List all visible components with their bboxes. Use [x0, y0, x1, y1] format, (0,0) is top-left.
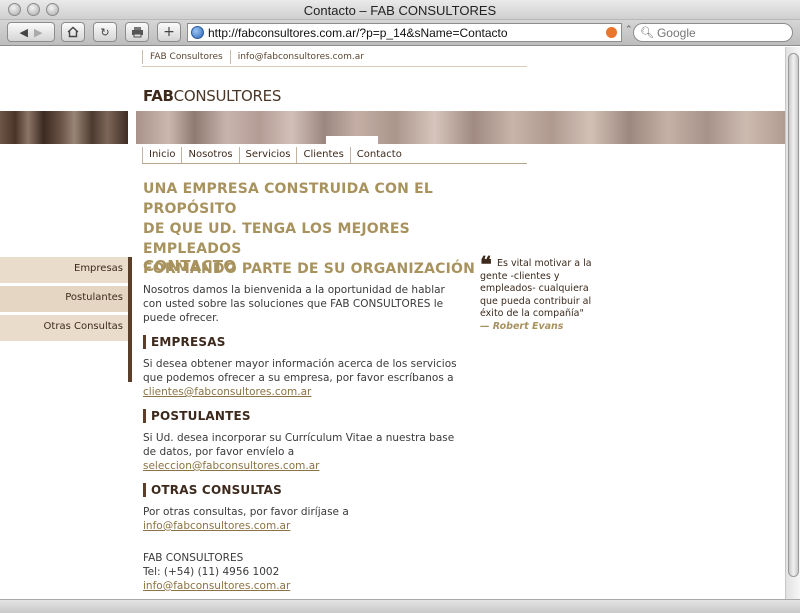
- nav-item-servicios[interactable]: Servicios: [238, 147, 297, 163]
- quote-line: Es vital motivar a la: [497, 258, 592, 269]
- browser-toolbar: ◀ ▶ ↻ + http://fabconsultores.com.ar/?p=…: [0, 20, 800, 46]
- top-links: FAB Consultores info@fabconsultores.com.…: [142, 50, 527, 67]
- snapback-icon[interactable]: [606, 27, 617, 38]
- site-logo[interactable]: FABCONSULTORES: [143, 87, 281, 105]
- home-icon: [67, 26, 79, 38]
- quote-line: gente -clientes y: [480, 270, 560, 282]
- back-forward-buttons[interactable]: ◀ ▶: [7, 22, 55, 42]
- toplink-email[interactable]: info@fabconsultores.com.ar: [229, 50, 371, 64]
- section-body: Si desea obtener mayor información acerc…: [143, 358, 457, 384]
- window-title: Contacto – FAB CONSULTORES: [303, 3, 497, 18]
- logo-rest: CONSULTORES: [173, 87, 282, 105]
- search-icon[interactable]: 🔍︎: [640, 26, 654, 39]
- window-titlebar: Contacto – FAB CONSULTORES: [0, 0, 800, 20]
- divider: [142, 66, 527, 67]
- print-button[interactable]: [125, 22, 149, 42]
- toplink-home[interactable]: FAB Consultores: [142, 50, 230, 64]
- nav-item-inicio[interactable]: Inicio: [142, 147, 181, 163]
- intro-text: Nosotros damos la bienvenida a la oportu…: [143, 284, 445, 324]
- section-body: Si Ud. desea incorporar su Currículum Vi…: [143, 432, 455, 458]
- nav-item-nosotros[interactable]: Nosotros: [181, 147, 238, 163]
- forward-arrow-icon[interactable]: ▶: [34, 26, 42, 39]
- contact-footer: FAB CONSULTORES Tel: (+54) (11) 4956 100…: [143, 551, 463, 593]
- main-content: CONTACTO Nosotros damos la bienvenida a …: [143, 257, 463, 593]
- search-box[interactable]: 🔍︎: [633, 23, 793, 42]
- sidebar: Empresas Postulantes Otras Consultas: [0, 257, 132, 382]
- web-page: FAB Consultores info@fabconsultores.com.…: [0, 47, 785, 599]
- sidebar-item-postulantes[interactable]: Postulantes: [0, 286, 132, 312]
- email-link-info[interactable]: info@fabconsultores.com.ar: [143, 520, 290, 532]
- section-heading-otras-consultas: OTRAS CONSULTAS: [143, 483, 463, 497]
- main-nav: Inicio Nosotros Servicios Clientes Conta…: [142, 147, 408, 163]
- scrollbar-thumb[interactable]: [788, 53, 799, 577]
- search-input[interactable]: [656, 25, 792, 40]
- header-photo-strip-left: [0, 111, 128, 144]
- site-globe-icon: [191, 26, 204, 39]
- sidebar-item-otras-consultas[interactable]: Otras Consultas: [0, 315, 132, 341]
- nav-underline: [142, 163, 527, 164]
- testimonial-quote: ❝ Es vital motivar a la gente -clientes …: [480, 252, 595, 333]
- reload-button[interactable]: ↻: [93, 22, 117, 42]
- address-bar[interactable]: http://fabconsultores.com.ar/?p=p_14&sNa…: [187, 23, 622, 42]
- add-bookmark-button[interactable]: +: [157, 22, 181, 42]
- back-arrow-icon[interactable]: ◀: [20, 26, 28, 39]
- header-photo-strip: [136, 111, 785, 144]
- tagline-line: DE QUE UD. TENGA LOS MEJORES EMPLEADOS: [143, 221, 410, 257]
- logo-bold: FAB: [143, 87, 174, 105]
- vertical-scrollbar[interactable]: [785, 47, 800, 599]
- nav-item-clientes[interactable]: Clientes: [296, 147, 349, 163]
- section-heading-postulantes: POSTULANTES: [143, 409, 463, 423]
- active-tab-notch: [326, 136, 378, 144]
- sidebar-accent-bar: [128, 257, 132, 382]
- url-text[interactable]: http://fabconsultores.com.ar/?p=p_14&sNa…: [208, 26, 606, 40]
- email-link-seleccion[interactable]: seleccion@fabconsultores.com.ar: [143, 460, 319, 472]
- quote-mark-icon: ❝: [480, 252, 492, 278]
- quote-author: — Robert Evans: [480, 320, 564, 332]
- reload-icon: ↻: [100, 25, 110, 39]
- section-text-empresas: Si desea obtener mayor información acerc…: [143, 357, 463, 399]
- email-link-clientes[interactable]: clientes@fabconsultores.com.ar: [143, 386, 311, 398]
- tagline-line: UNA EMPRESA CONSTRUIDA CON EL PROPÓSITO: [143, 181, 433, 217]
- footer-company: FAB CONSULTORES: [143, 552, 244, 564]
- horizontal-scrollbar[interactable]: [0, 599, 800, 613]
- page-title: CONTACTO: [143, 257, 237, 275]
- footer-email-link[interactable]: info@fabconsultores.com.ar: [143, 580, 290, 592]
- quote-line: que pueda contribuir al: [480, 295, 592, 307]
- printer-icon: [131, 27, 143, 38]
- quote-line: éxito de la compañía": [480, 308, 584, 319]
- sidebar-item-empresas[interactable]: Empresas: [0, 257, 132, 283]
- section-text-postulantes: Si Ud. desea incorporar su Currículum Vi…: [143, 431, 463, 473]
- chevron-up-icon[interactable]: ⌃: [625, 25, 633, 35]
- nav-item-contacto[interactable]: Contacto: [349, 147, 408, 163]
- section-heading-empresas: EMPRESAS: [143, 335, 463, 349]
- section-body: Por otras consultas, por favor diríjase …: [143, 506, 349, 518]
- plus-icon: +: [163, 24, 175, 40]
- quote-line: empleados- cualquiera: [480, 283, 589, 294]
- section-text-otras-consultas: Por otras consultas, por favor diríjase …: [143, 505, 463, 533]
- home-button[interactable]: [61, 22, 85, 42]
- footer-phone: Tel: (+54) (11) 4956 1002: [143, 566, 280, 578]
